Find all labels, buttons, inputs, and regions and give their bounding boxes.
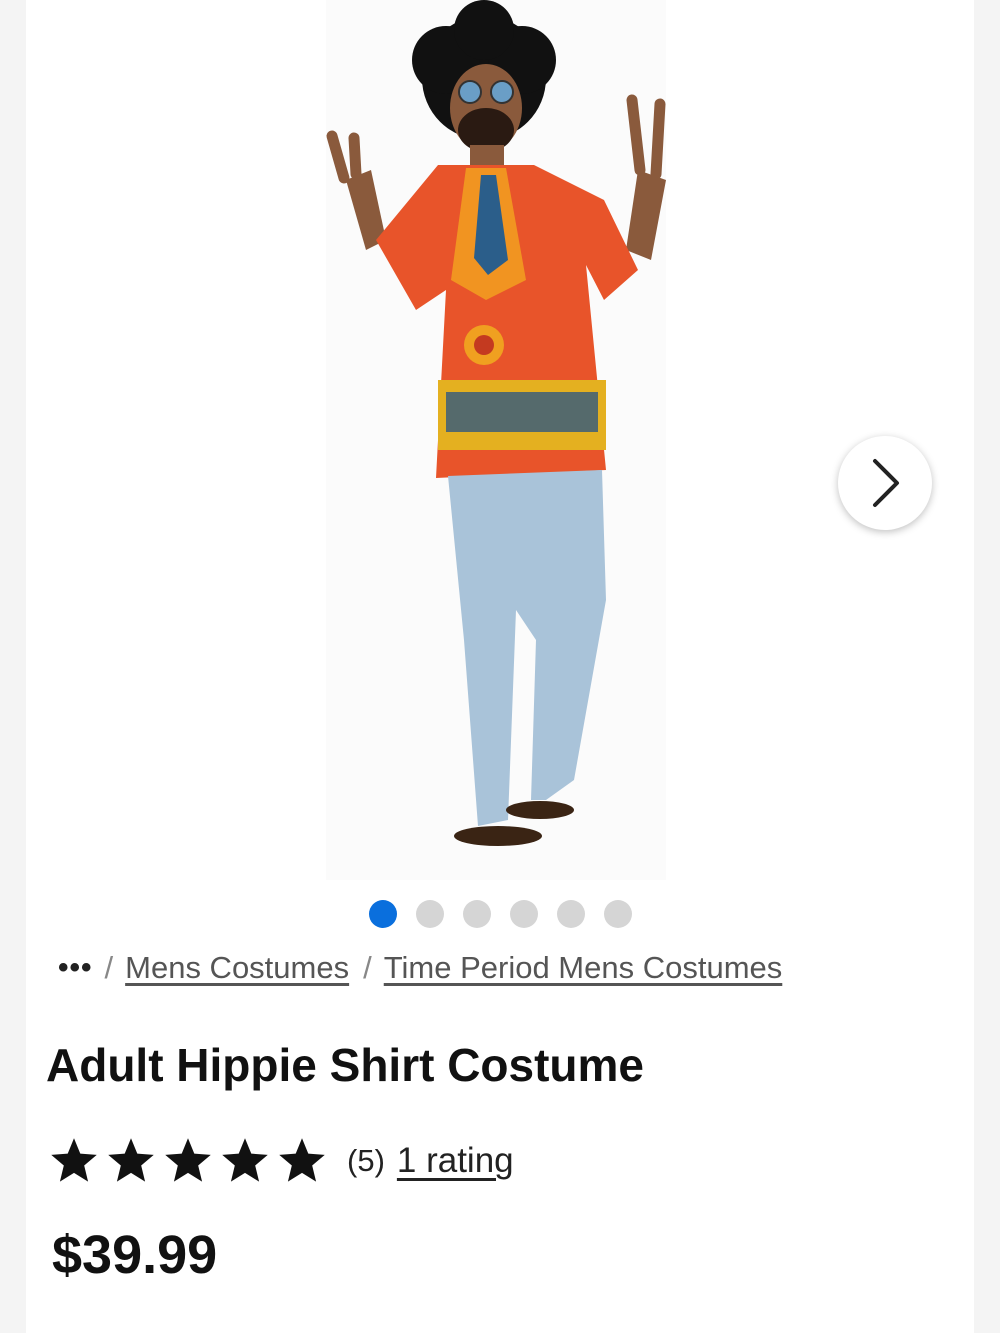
breadcrumb: ••• / Mens Costumes / Time Period Mens C…: [58, 948, 782, 988]
star-icon: [165, 1138, 211, 1182]
carousel-dot-3[interactable]: [462, 900, 491, 928]
carousel-dot-5[interactable]: [556, 900, 585, 928]
product-price: $39.99: [52, 1225, 218, 1285]
chevron-right-icon: [873, 459, 899, 507]
breadcrumb-separator: /: [363, 950, 372, 985]
star-icon: [222, 1138, 268, 1182]
product-card: ••• / Mens Costumes / Time Period Mens C…: [26, 0, 974, 1333]
star-icon: [279, 1138, 325, 1182]
product-image-carousel[interactable]: [26, 0, 974, 880]
next-image-button[interactable]: [838, 436, 932, 530]
product-title: Adult Hippie Shirt Costume: [46, 1039, 644, 1091]
breadcrumb-separator: /: [104, 950, 114, 985]
carousel-dot-1[interactable]: [368, 900, 397, 928]
ratings-link[interactable]: 1 rating: [397, 1141, 514, 1181]
breadcrumb-more-button[interactable]: •••: [58, 951, 93, 985]
breadcrumb-link-time-period[interactable]: Time Period Mens Costumes: [384, 950, 783, 986]
rating-count: (5): [347, 1143, 385, 1178]
carousel-dot-2[interactable]: [415, 900, 444, 928]
product-rating: (5) 1 rating: [48, 1135, 514, 1187]
carousel-pagination: [26, 900, 974, 928]
carousel-dot-4[interactable]: [509, 900, 538, 928]
star-icon: [51, 1138, 97, 1182]
star-icon: [108, 1138, 154, 1182]
carousel-dot-6[interactable]: [603, 900, 632, 928]
breadcrumb-link-mens-costumes[interactable]: Mens Costumes: [125, 950, 349, 986]
product-image: [326, 0, 666, 846]
